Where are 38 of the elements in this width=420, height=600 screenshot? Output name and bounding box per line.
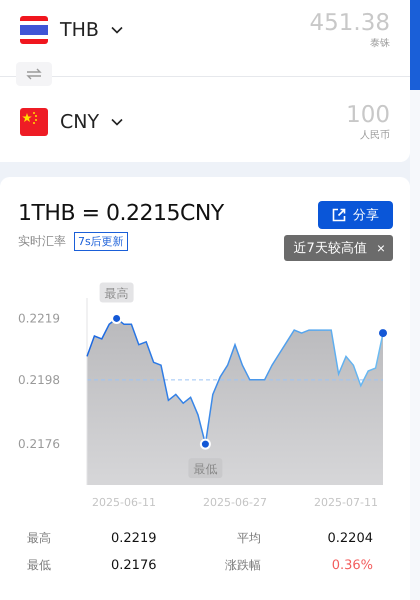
marker-dot xyxy=(200,438,211,450)
currency-name: 泰铢 xyxy=(370,37,390,50)
stat-value: 0.2176 xyxy=(111,558,156,573)
marker-dot xyxy=(111,312,122,324)
rate-label: 实时汇率 xyxy=(18,233,66,250)
update-countdown: 7s后更新 xyxy=(74,232,128,251)
share-button[interactable]: 分享 xyxy=(318,201,393,229)
stat-label: 最高 xyxy=(27,530,52,547)
x-axis-label: 2025-06-11 xyxy=(92,496,156,509)
close-button[interactable]: × xyxy=(376,240,385,256)
annotation: 最高 xyxy=(104,286,129,300)
y-axis-label: 0.2198 xyxy=(18,372,60,387)
stat-value: 0.2219 xyxy=(111,531,156,546)
currency-name: 人民币 xyxy=(360,128,390,142)
flag-icon xyxy=(20,108,48,136)
annotation-label: 最低 xyxy=(188,458,222,478)
annotation-label: 最高 xyxy=(100,282,134,302)
currency-selector[interactable]: THB xyxy=(60,19,123,41)
tooltip-text: 近7天较高值 xyxy=(294,240,367,257)
currency-selector[interactable]: CNY xyxy=(60,111,124,133)
x-axis-label: 2025-06-27 xyxy=(203,496,267,509)
flag-icon xyxy=(20,16,48,44)
share-icon xyxy=(332,208,346,222)
chevron-down-icon xyxy=(111,118,124,126)
x-axis-label: 2025-07-11 xyxy=(314,496,378,509)
y-axis-label: 0.2176 xyxy=(18,437,60,452)
y-axis-label: 0.2219 xyxy=(18,311,60,326)
annotation: 最低 xyxy=(193,462,218,476)
stat-label: 涨跌幅 xyxy=(225,557,261,574)
exchange-rate-title: 1THB = 0.2215CNY xyxy=(18,201,224,226)
current-point-dot xyxy=(379,329,387,338)
stat-label: 平均 xyxy=(237,530,261,547)
stat-label: 最低 xyxy=(27,557,52,574)
stat-value: 0.36% xyxy=(330,558,373,573)
swap-button[interactable] xyxy=(16,62,52,86)
stat-value: 0.2204 xyxy=(326,531,373,546)
chevron-down-icon xyxy=(110,26,123,34)
swap-icon xyxy=(26,68,42,80)
